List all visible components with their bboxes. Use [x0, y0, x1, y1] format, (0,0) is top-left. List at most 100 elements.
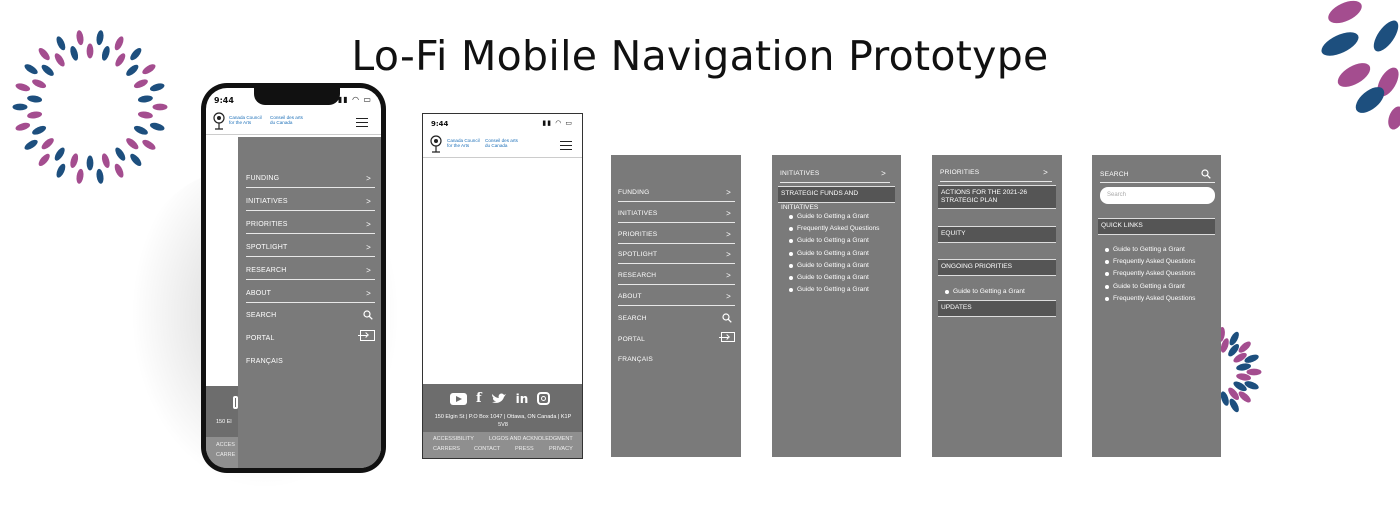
- logo-text-fr[interactable]: Conseil des arts du Canada: [270, 115, 303, 126]
- canada-council-logo-icon: [213, 112, 225, 130]
- link-item[interactable]: Guide to Getting a Grant: [940, 288, 1025, 300]
- menu-divider: [618, 201, 735, 202]
- ongoing-priorities-block[interactable]: ONGOING PRIORITIES: [938, 259, 1056, 276]
- menu-portal[interactable]: PORTAL: [618, 332, 735, 343]
- footer-address-fragment: 150 El: [216, 419, 232, 425]
- link-item[interactable]: Guide to Getting a Grant: [784, 286, 879, 298]
- link-item[interactable]: Guide to Getting a Grant: [784, 213, 879, 225]
- footer-links: ACCESSIBILITY LOGOS AND ACKNOLEDGMENT CA…: [423, 432, 582, 458]
- link-item[interactable]: Frequently Asked Questions: [1100, 270, 1195, 282]
- link-item[interactable]: Frequently Asked Questions: [784, 225, 879, 237]
- page-title: Lo-Fi Mobile Navigation Prototype: [351, 32, 1049, 80]
- menu-item-label: RESEARCH: [246, 266, 287, 274]
- chevron-right-icon: >: [366, 242, 371, 252]
- menu-divider: [618, 263, 735, 265]
- menu-item-label: PRIORITIES: [246, 220, 288, 228]
- strategic-funds-block[interactable]: STRATEGIC FUNDS AND INITIATIVES: [778, 186, 895, 211]
- menu-search-label: SEARCH: [246, 312, 277, 319]
- menu-item-research[interactable]: RESEARCH >: [246, 265, 375, 280]
- search-icon[interactable]: [722, 313, 732, 323]
- status-icons: ▮▮ ◠ ▭: [542, 119, 573, 127]
- menu-divider: [618, 284, 735, 286]
- logo-text-en[interactable]: Canada Council for the Arts: [229, 115, 262, 126]
- link-item[interactable]: Frequently Asked Questions: [1100, 295, 1195, 307]
- link-item[interactable]: Guide to Getting a Grant: [784, 237, 879, 249]
- menu-portal[interactable]: PORTAL: [246, 330, 375, 342]
- linkedin-icon[interactable]: in: [516, 392, 529, 406]
- canada-council-logo-icon: [430, 135, 442, 153]
- priorities-header[interactable]: PRIORITIES >: [940, 168, 1052, 182]
- footer-link-privacy[interactable]: PRIVACY: [549, 446, 573, 452]
- chevron-right-icon: >: [726, 188, 731, 197]
- menu-item-about[interactable]: ABOUT >: [618, 292, 735, 306]
- menu-divider: [246, 232, 375, 234]
- menu-search[interactable]: SEARCH: [618, 313, 735, 323]
- footer-link-contact[interactable]: CONTACT: [474, 446, 500, 452]
- chevron-right-icon: >: [726, 271, 731, 281]
- menu-item-funding[interactable]: FUNDING >: [246, 174, 375, 188]
- quick-links-list: Guide to Getting a Grant Frequently Asked…: [1100, 246, 1195, 307]
- wireframe-initiatives: INITIATIVES > STRATEGIC FUNDS AND INITIA…: [772, 155, 901, 457]
- menu-item-initiatives[interactable]: INITIATIVES >: [618, 209, 735, 223]
- instagram-icon[interactable]: [537, 392, 551, 405]
- menu-item-label: FUNDING: [246, 175, 280, 182]
- footer-link-accessibility[interactable]: ACCES: [216, 442, 235, 448]
- menu-francais[interactable]: FRANÇAIS: [246, 358, 375, 365]
- portal-login-icon[interactable]: [719, 332, 735, 342]
- priorities-header-label: PRIORITIES: [940, 169, 980, 176]
- chevron-right-icon: >: [726, 229, 731, 239]
- logo-text-en[interactable]: Canada Council for the Arts: [447, 138, 480, 149]
- twitter-icon[interactable]: [491, 392, 507, 405]
- chevron-right-icon: >: [366, 196, 371, 206]
- chevron-right-icon: >: [366, 265, 371, 275]
- link-item[interactable]: Guide to Getting a Grant: [784, 250, 879, 262]
- menu-divider: [246, 255, 375, 257]
- equity-block[interactable]: EQUITY: [938, 226, 1056, 243]
- footer-link-careers[interactable]: CARRERS: [433, 446, 460, 452]
- link-item[interactable]: Guide to Getting a Grant: [784, 262, 879, 274]
- search-icon[interactable]: [1201, 169, 1211, 179]
- search-icon[interactable]: [363, 310, 373, 320]
- menu-item-spotlight[interactable]: SPOTLIGHT >: [618, 250, 735, 265]
- menu-item-priorities[interactable]: PRIORITIES >: [246, 220, 375, 234]
- menu-item-label: FUNDING: [618, 189, 650, 196]
- chevron-right-icon: >: [366, 288, 371, 298]
- link-item[interactable]: Guide to Getting a Grant: [784, 274, 879, 286]
- logo-text-fr[interactable]: Conseil des arts du Canada: [485, 138, 518, 149]
- menu-item-priorities[interactable]: PRIORITIES >: [618, 229, 735, 244]
- link-item[interactable]: Frequently Asked Questions: [1100, 258, 1195, 270]
- site-header: Canada Council for the Arts Conseil des …: [423, 132, 582, 158]
- chevron-right-icon: >: [366, 174, 371, 183]
- menu-item-label: SPOTLIGHT: [618, 251, 658, 259]
- footer-link-accessibility[interactable]: ACCESSIBILITY: [433, 436, 474, 442]
- link-item[interactable]: Guide to Getting a Grant: [1100, 283, 1195, 295]
- portal-login-icon[interactable]: [358, 330, 375, 341]
- search-input[interactable]: Search: [1100, 187, 1215, 204]
- menu-francais[interactable]: FRANÇAIS: [618, 356, 735, 363]
- updates-block[interactable]: UPDATES: [938, 300, 1056, 317]
- decorative-petal-graphic: [1321, 0, 1400, 130]
- menu-divider: [618, 221, 735, 223]
- footer-link-logos[interactable]: LOGOS AND ACKNOLEDGMENT: [489, 436, 573, 442]
- menu-item-initiatives[interactable]: INITIATIVES >: [246, 196, 375, 211]
- initiatives-header[interactable]: INITIATIVES >: [780, 169, 890, 183]
- footer-link-press[interactable]: PRESS: [515, 446, 534, 452]
- decorative-ring-fragment: [1217, 326, 1262, 413]
- phone-mockup: 9:44 ▮▮ ◠ ▭ Canada Council for the Arts …: [201, 83, 386, 473]
- menu-portal-label: PORTAL: [618, 336, 645, 343]
- quick-links-block: QUICK LINKS: [1098, 218, 1215, 235]
- menu-item-spotlight[interactable]: SPOTLIGHT >: [246, 242, 375, 257]
- menu-item-funding[interactable]: FUNDING >: [618, 188, 735, 202]
- phone-notch: [254, 88, 340, 105]
- menu-item-research[interactable]: RESEARCH >: [618, 271, 735, 286]
- actions-strategic-plan-block[interactable]: ACTIONS FOR THE 2021-26 STRATEGIC PLAN: [938, 185, 1056, 209]
- youtube-icon[interactable]: [450, 392, 467, 405]
- footer-link-careers[interactable]: CARRE: [216, 452, 235, 458]
- hamburger-menu-icon[interactable]: [356, 118, 368, 127]
- menu-search[interactable]: SEARCH: [246, 310, 375, 320]
- hamburger-menu-icon[interactable]: [560, 141, 572, 150]
- facebook-icon[interactable]: f: [476, 391, 482, 406]
- link-item[interactable]: Guide to Getting a Grant: [1100, 246, 1195, 258]
- menu-item-about[interactable]: ABOUT >: [246, 288, 375, 303]
- social-links: f in: [450, 391, 551, 406]
